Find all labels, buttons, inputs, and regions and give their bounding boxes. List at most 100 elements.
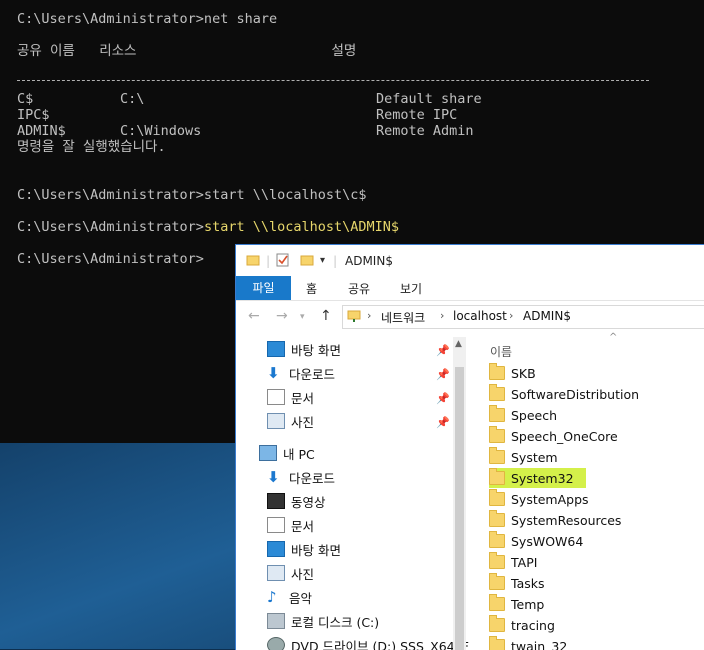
quick-access-item[interactable]: 사진 (267, 410, 314, 432)
address-box[interactable]: › 네트워크 › localhost › ADMIN$ (342, 305, 704, 329)
share-name: IPC$ (17, 107, 50, 123)
folder-icon (489, 450, 505, 464)
pin-icon[interactable]: 📌 (436, 392, 450, 405)
tab-file[interactable]: 파일 (236, 276, 291, 300)
customize-toolbar-icon[interactable]: ▾ (320, 255, 325, 266)
breadcrumb-separator-icon[interactable]: › (440, 309, 444, 322)
folder-icon (489, 408, 505, 422)
pin-icon[interactable]: 📌 (436, 416, 450, 429)
share-resource: C:\ (120, 91, 144, 107)
nav-item-label: 바탕 화면 (291, 340, 341, 359)
cmd-line: C:\Users\Administrator>net share (17, 11, 277, 27)
nav-item-label: 로컬 디스크 (C:) (291, 612, 379, 631)
file-name: System32 (511, 471, 574, 486)
pin-icon[interactable]: 📌 (436, 344, 450, 357)
this-pc-child-item[interactable]: ♪ 음악 (267, 586, 312, 608)
folder-icon (489, 618, 505, 632)
file-list-pane: ^ 이름 SKB SoftwareDistribution Speech Spe… (476, 335, 704, 650)
this-pc-child-item[interactable]: 문서 (267, 514, 314, 536)
list-item[interactable]: SKB (489, 363, 536, 383)
folder-icon (489, 492, 505, 506)
quick-access-item[interactable]: 문서 (267, 386, 314, 408)
folder-icon (489, 639, 505, 650)
breadcrumb-separator-icon[interactable]: › (509, 309, 513, 322)
breadcrumb-item[interactable]: ADMIN$ (523, 309, 571, 323)
scrollbar-thumb[interactable] (455, 367, 464, 650)
list-item[interactable]: Speech_OneCore (489, 426, 618, 446)
breadcrumb-item[interactable]: 네트워크 (381, 309, 425, 326)
list-item[interactable]: System (489, 447, 558, 467)
cmd-result-text: 명령을 잘 실행했습니다. (17, 139, 166, 155)
scroll-up-icon[interactable]: ▲ (455, 339, 462, 349)
share-resource: C:\Windows (120, 123, 201, 139)
drive-icon (267, 613, 285, 629)
video-icon (267, 493, 285, 509)
nav-item-label: 내 PC (283, 444, 315, 463)
folder-icon (489, 513, 505, 527)
nav-item-label: 동영상 (291, 492, 326, 511)
folder-icon (489, 597, 505, 611)
file-name: SoftwareDistribution (511, 387, 639, 402)
cmd-prompt[interactable]: C:\Users\Administrator> (17, 251, 204, 267)
nav-item-label: DVD 드라이브 (D:) SSS_X64FF (291, 636, 469, 650)
this-pc-child-item[interactable]: 동영상 (267, 490, 326, 512)
pin-icon[interactable]: 📌 (436, 368, 450, 381)
share-remark: Default share (376, 91, 482, 107)
nav-item-label: 사진 (291, 412, 314, 431)
this-pc-child-item[interactable]: DVD 드라이브 (D:) SSS_X64FF (267, 634, 469, 650)
properties-icon[interactable] (276, 253, 290, 270)
list-item[interactable]: SystemResources (489, 510, 621, 530)
quick-access-item[interactable]: 바탕 화면 (267, 338, 341, 360)
nav-item-label: 바탕 화면 (291, 540, 341, 559)
folder-icon (489, 534, 505, 548)
breadcrumb-separator-icon[interactable]: › (367, 309, 371, 322)
this-pc-child-item[interactable]: 사진 (267, 562, 314, 584)
recent-locations-icon[interactable]: ▾ (300, 312, 305, 322)
nav-pane-scrollbar[interactable]: ▲ (453, 337, 466, 650)
download-icon: ⬇ (267, 366, 283, 380)
nav-item-label: 다운로드 (289, 364, 335, 383)
nav-item-label: 문서 (291, 388, 314, 407)
file-name: Temp (511, 597, 544, 612)
list-item[interactable]: SoftwareDistribution (489, 384, 639, 404)
column-header-name[interactable]: 이름 (490, 343, 512, 360)
quick-access-item[interactable]: ⬇ 다운로드 (267, 362, 335, 384)
folder-icon (489, 387, 505, 401)
title-bar[interactable]: | ▾ | ADMIN$ (236, 245, 704, 276)
forward-arrow-icon[interactable]: → (276, 308, 288, 324)
list-item[interactable]: TAPI (489, 552, 537, 572)
new-folder-icon[interactable] (300, 253, 314, 270)
up-arrow-icon[interactable]: ↑ (320, 308, 332, 324)
cmd-line-highlighted: C:\Users\Administrator>start \\localhost… (17, 219, 399, 235)
tab-view[interactable]: 보기 (400, 280, 422, 297)
ribbon-tabs: 파일 홈 공유 보기 (236, 276, 704, 301)
share-name: ADMIN$ (17, 123, 66, 139)
tab-share[interactable]: 공유 (348, 280, 370, 297)
list-item[interactable]: Tasks (489, 573, 545, 593)
tab-home[interactable]: 홈 (306, 280, 317, 297)
folder-icon (489, 555, 505, 569)
file-explorer-window[interactable]: | ▾ | ADMIN$ 파일 홈 공유 보기 ← → ▾ ↑ › 네트워크 ›… (235, 244, 704, 650)
folder-icon (489, 471, 505, 485)
cmd-line-text: C:\Users\Administrator>start \\localhost… (17, 219, 399, 235)
list-item[interactable]: Speech (489, 405, 557, 425)
sort-ascending-icon: ^ (609, 332, 617, 343)
address-bar-row: ← → ▾ ↑ › 네트워크 › localhost › ADMIN$ (236, 301, 704, 331)
this-pc-child-item[interactable]: ⬇ 다운로드 (267, 466, 335, 488)
this-pc-child-item[interactable]: 바탕 화면 (267, 538, 341, 560)
breadcrumb-item[interactable]: localhost (453, 309, 507, 323)
this-pc-item[interactable]: 내 PC (259, 442, 315, 464)
download-icon: ⬇ (267, 470, 283, 484)
file-name: SysWOW64 (511, 534, 583, 549)
list-item[interactable]: tracing (489, 615, 555, 635)
list-item[interactable]: twain_32 (489, 636, 567, 650)
list-item-selected[interactable]: System32 (489, 468, 586, 488)
this-pc-child-item[interactable]: 로컬 디스크 (C:) (267, 610, 379, 632)
list-item[interactable]: SystemApps (489, 489, 589, 509)
list-item[interactable]: Temp (489, 594, 544, 614)
net-share-header: 공유 이름 리소스 설명 (17, 43, 356, 59)
list-item[interactable]: SysWOW64 (489, 531, 583, 551)
nav-item-label: 문서 (291, 516, 314, 535)
file-name: Speech (511, 408, 557, 423)
back-arrow-icon[interactable]: ← (248, 308, 260, 324)
